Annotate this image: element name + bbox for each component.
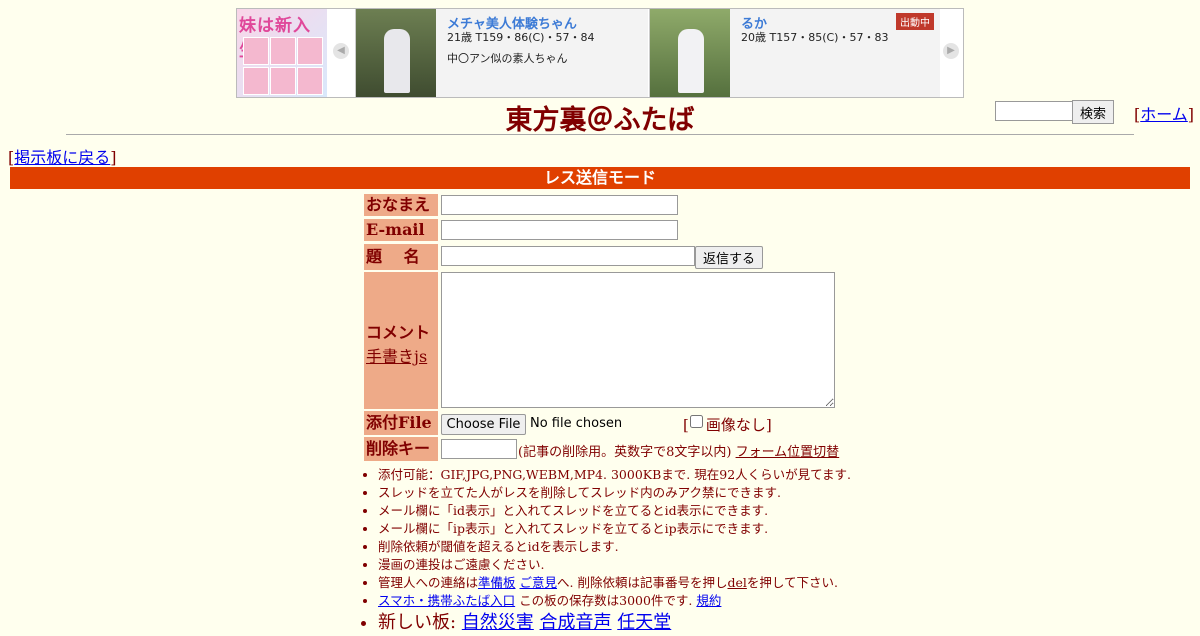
ad-card-desc: 中〇アン似の素人ちゃん	[447, 52, 568, 65]
list-item: 漫画の連投はご遠慮ください.	[378, 556, 851, 574]
delete-key-note: (記事の削除用。英数字で8文字以内)	[518, 445, 732, 460]
ad-card-spec: 20歳 T157・85(C)・57・83	[741, 31, 889, 44]
back-to-board-link[interactable]: 掲示板に戻る	[14, 148, 110, 167]
del-link[interactable]: del	[727, 575, 746, 590]
chevron-right-icon[interactable]: ▶	[943, 43, 959, 59]
ad-photo-tile	[243, 67, 269, 95]
note-text: この板の保存数は3000件です.	[515, 593, 693, 608]
delete-key-label: 削除キー	[364, 437, 438, 461]
ad-card-spec: 21歳 T159・86(C)・57・84	[447, 31, 595, 44]
list-item: メール欄に「id表示」と入れてスレッドを立てるとid表示にできます.	[378, 502, 851, 520]
delete-key-field[interactable]	[441, 439, 517, 459]
email-label: E-mail	[364, 219, 438, 241]
handwrite-js-link[interactable]: 手書きjs	[366, 347, 427, 366]
note-text: 管理人への連絡は	[378, 575, 479, 590]
ad-card-1[interactable]: メチャ美人体験ちゃん 21歳 T159・86(C)・57・84 中〇アン似の素人…	[355, 9, 648, 97]
ad-card-photo	[356, 9, 436, 97]
file-status: No file chosen	[530, 416, 623, 431]
comment-label: コメント	[366, 323, 431, 342]
note-text: を押して下さい.	[746, 575, 838, 590]
subject-field[interactable]	[441, 246, 695, 266]
list-item: 添付可能：GIF,JPG,PNG,WEBM,MP4. 3000KBまで. 現在9…	[378, 466, 851, 484]
ad-left-thumbnail[interactable]: 妹は新入生	[237, 9, 327, 97]
submit-reply-button[interactable]: 返信する	[695, 246, 763, 269]
list-item: 新しい板: 自然災害 合成音声 任天堂	[378, 610, 851, 636]
status-badge: 出動中	[896, 13, 934, 30]
divider	[66, 134, 1134, 135]
search-button[interactable]: 検索	[1072, 100, 1114, 124]
delete-key-note-wrapper: (記事の削除用。英数字で8文字以内) フォーム位置切替	[518, 441, 839, 460]
ad-photo-tile	[243, 37, 269, 65]
list-item: スレッドを立てた人がレスを削除してスレッド内のみアク禁にできます.	[378, 484, 851, 502]
notes-list: 添付可能：GIF,JPG,PNG,WEBM,MP4. 3000KBまで. 現在9…	[364, 466, 851, 636]
list-item: 削除依頼が閾値を超えるとidを表示します.	[378, 538, 851, 556]
search-input[interactable]	[995, 101, 1077, 121]
back-link-wrapper: [掲示板に戻る]	[8, 148, 117, 167]
comment-textarea[interactable]	[441, 272, 835, 408]
ad-photo-tile	[270, 37, 296, 65]
list-item: メール欄に「ip表示」と入れてスレッドを立てるとip表示にできます.	[378, 520, 851, 538]
no-image-option[interactable]: [画像なし]	[683, 414, 772, 435]
name-label: おなまえ	[364, 194, 438, 216]
mode-banner: レス送信モード	[10, 167, 1190, 189]
home-link[interactable]: ホーム	[1140, 105, 1188, 124]
note-text: へ. 削除依頼は記事番号を押し	[557, 575, 728, 590]
comment-label-cell: コメント 手書きjs	[364, 272, 438, 409]
email-field[interactable]	[441, 220, 678, 240]
subject-label: 題 名	[364, 244, 438, 270]
list-item: スマホ・携帯ふたば入口 この板の保存数は3000件です. 規約	[378, 592, 851, 610]
chevron-left-icon[interactable]: ◀	[333, 43, 349, 59]
ad-card-2[interactable]: るか 20歳 T157・85(C)・57・83 出動中	[649, 9, 940, 97]
no-image-label: 画像なし	[705, 416, 766, 434]
no-image-checkbox[interactable]	[689, 415, 703, 428]
home-link-wrapper: [ホーム]	[1134, 105, 1195, 124]
ad-card-photo	[650, 9, 730, 97]
file-label: 添付File	[364, 411, 438, 435]
ad-banner[interactable]: 妹は新入生 ◀ メチャ美人体験ちゃん 21歳 T159・86(C)・57・84 …	[236, 8, 964, 98]
ad-photo-tile	[297, 67, 323, 95]
feedback-link[interactable]: ご意見	[520, 575, 558, 590]
choose-file-button[interactable]: Choose File	[441, 414, 526, 435]
mobile-entrance-link[interactable]: スマホ・携帯ふたば入口	[378, 593, 515, 608]
prep-board-link[interactable]: 準備板	[478, 575, 516, 590]
ad-photo-tile	[297, 37, 323, 65]
name-field[interactable]	[441, 195, 678, 215]
form-position-toggle-link[interactable]: フォーム位置切替	[736, 445, 840, 460]
ad-photo-tile	[270, 67, 296, 95]
list-item: 管理人への連絡は準備板 ご意見へ. 削除依頼は記事番号を押しdelを押して下さい…	[378, 574, 851, 592]
rules-link[interactable]: 規約	[696, 593, 721, 608]
